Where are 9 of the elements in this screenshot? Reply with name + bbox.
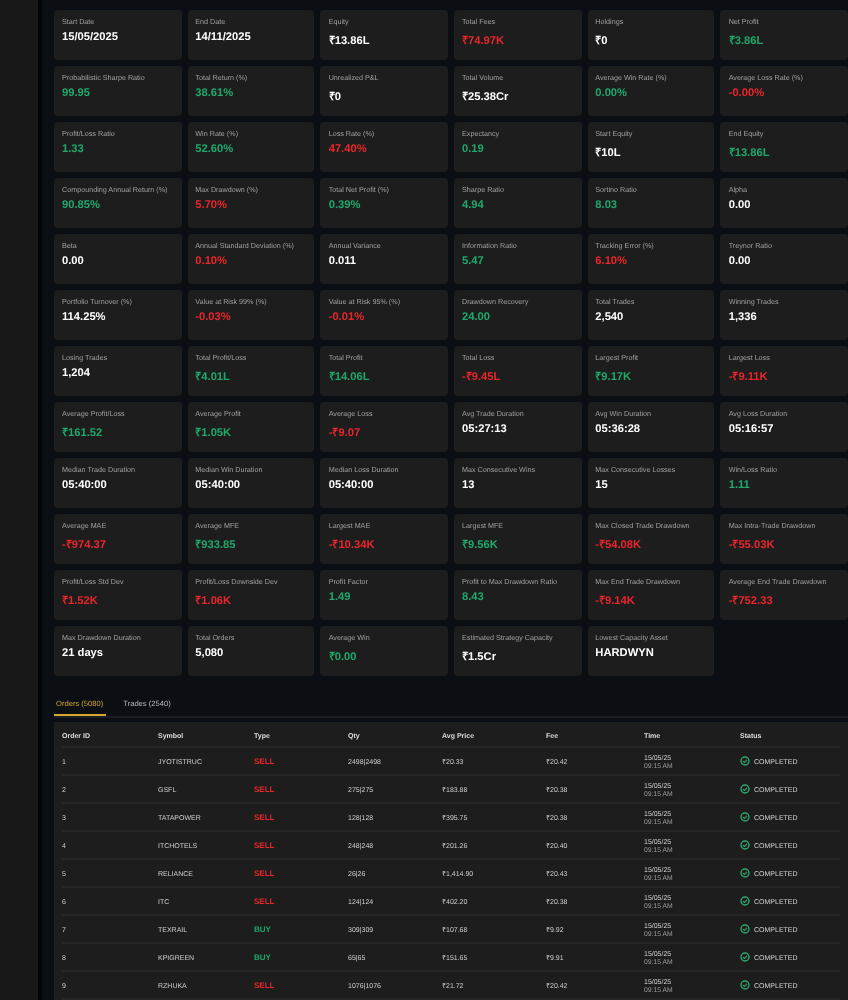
check-circle-icon bbox=[740, 980, 750, 990]
check-circle-icon bbox=[740, 812, 750, 822]
check-circle-icon bbox=[740, 756, 750, 766]
check-circle-icon bbox=[740, 868, 750, 878]
check-circle-icon bbox=[740, 952, 750, 962]
check-circle-icon bbox=[740, 924, 750, 934]
check-circle-icon bbox=[740, 840, 750, 850]
check-circle-icon bbox=[740, 896, 750, 906]
check-circle-icon bbox=[740, 784, 750, 794]
